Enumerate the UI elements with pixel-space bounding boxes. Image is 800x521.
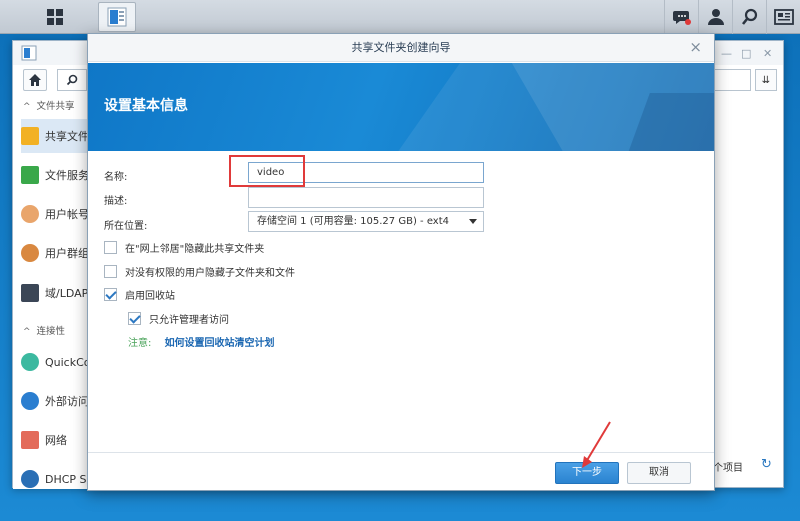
group-icon	[21, 244, 39, 262]
cancel-button[interactable]: 取消	[627, 462, 691, 484]
main-menu-button[interactable]	[36, 2, 74, 32]
section-connectivity[interactable]: ^ 连接性	[23, 323, 65, 337]
widgets-icon	[773, 9, 794, 25]
sort-icon: ⇊	[761, 74, 771, 86]
search-field[interactable]	[57, 69, 87, 91]
widgets-button[interactable]	[766, 0, 800, 34]
network-home-icon	[21, 431, 39, 449]
chat-notification-icon	[672, 11, 691, 25]
notification-button[interactable]	[664, 0, 698, 34]
shared-folder-icon	[21, 127, 39, 145]
close-icon[interactable]: ×	[689, 39, 702, 55]
sidebar-item-shared-folder[interactable]: 共享文件	[21, 119, 89, 153]
quickconnect-icon	[21, 353, 39, 371]
section-file-sharing[interactable]: ^ 文件共享	[23, 98, 75, 112]
refresh-icon[interactable]: ↻	[761, 457, 772, 472]
maximize-icon[interactable]: □	[741, 47, 751, 60]
description-input[interactable]	[248, 187, 484, 208]
description-label: 描述:	[104, 196, 128, 207]
sidebar-item-user[interactable]: 用户帐号	[21, 197, 89, 231]
user-icon	[21, 205, 39, 223]
location-value: 存储空间 1 (可用容量: 105.27 GB) - ext4	[257, 216, 449, 227]
sidebar-item-external-access[interactable]: 外部访问	[21, 384, 89, 418]
recycle-bin-note: 注意: 如何设置回收站清空计划	[128, 334, 275, 349]
name-label: 名称:	[104, 172, 128, 183]
search-icon	[741, 8, 757, 25]
checkbox-box	[104, 241, 117, 254]
chevron-up-icon: ^	[23, 102, 31, 112]
admin-only-checkbox[interactable]: 只允许管理者访问	[128, 311, 229, 326]
sidebar-item-group[interactable]: 用户群组	[21, 236, 89, 270]
sidebar-item-domain-ldap[interactable]: 域/LDAP	[21, 276, 89, 310]
control-panel-taskbar-button[interactable]	[98, 2, 136, 32]
taskbar	[0, 0, 800, 34]
checkbox-box-checked	[128, 312, 141, 325]
home-icon	[29, 74, 41, 86]
search-icon	[66, 74, 78, 86]
sidebar-item-network[interactable]: 网络	[21, 423, 89, 457]
note-label: 注意:	[128, 338, 152, 349]
enable-recycle-bin-checkbox[interactable]: 启用回收站	[104, 287, 175, 302]
home-button[interactable]	[23, 69, 47, 91]
annotation-arrow	[582, 421, 611, 468]
checkbox-box-checked	[104, 288, 117, 301]
recycle-bin-schedule-link[interactable]: 如何设置回收站清空计划	[165, 338, 275, 349]
file-services-icon	[21, 166, 39, 184]
dialog-title: 共享文件夹创建向导	[88, 34, 714, 62]
sidebar-item-file-services[interactable]: 文件服务	[21, 158, 89, 192]
close-window-icon[interactable]: ✕	[763, 47, 772, 60]
sidebar-item-quickconnect[interactable]: QuickConnect	[21, 345, 89, 379]
hide-subfolders-checkbox[interactable]: 对没有权限的用户隐藏子文件夹和文件	[104, 264, 295, 279]
chevron-up-icon: ^	[23, 327, 31, 337]
location-select[interactable]: 存储空间 1 (可用容量: 105.27 GB) - ext4	[248, 211, 484, 232]
location-label: 所在位置:	[104, 221, 148, 232]
control-panel-icon	[107, 7, 127, 27]
sort-button[interactable]: ⇊	[755, 69, 777, 91]
dhcp-icon	[21, 470, 39, 488]
search-button[interactable]	[732, 0, 766, 34]
user-icon	[707, 9, 724, 25]
item-count: 个项目	[713, 463, 743, 474]
sidebar-item-dhcp-server[interactable]: DHCP Server	[21, 462, 89, 489]
banner-title: 设置基本信息	[104, 98, 188, 114]
filter-input[interactable]	[713, 69, 751, 91]
directory-icon	[21, 284, 39, 302]
grid-icon	[47, 9, 63, 25]
annotation-highlight-box	[229, 155, 305, 187]
sidebar: ^ 文件共享 共享文件 文件服务 用户帐号 用户群组 域/LDAP ^ 连接性 Qu…	[13, 95, 89, 489]
chevron-down-icon	[469, 219, 477, 224]
hide-in-network-checkbox[interactable]: 在"网上邻居"隐藏此共享文件夹	[104, 240, 264, 255]
checkbox-box	[104, 265, 117, 278]
globe-icon	[21, 392, 39, 410]
user-button[interactable]	[698, 0, 732, 34]
dialog-banner: 设置基本信息	[88, 63, 714, 151]
control-panel-app-icon	[21, 45, 37, 61]
minimize-icon[interactable]: —	[721, 47, 732, 60]
